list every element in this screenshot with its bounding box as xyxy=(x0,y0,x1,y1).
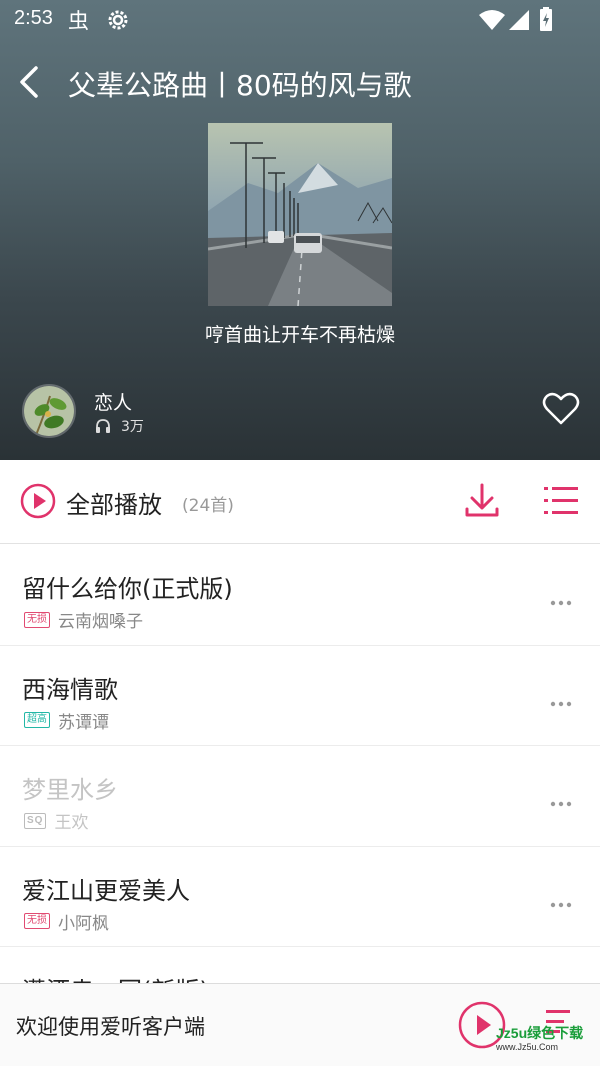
status-bar: 2:53 虫 xyxy=(0,0,600,40)
song-title: 西海情歌 xyxy=(22,675,118,704)
watermark-site: www.Jz5u.Com xyxy=(496,1042,559,1052)
song-list: 留什么给你(正式版) 无损 云南烟嗓子 西海情歌 超高 苏谭谭 梦里水乡 SQ … xyxy=(0,545,600,1048)
download-icon[interactable] xyxy=(464,482,500,524)
heart-icon[interactable] xyxy=(542,392,580,430)
quality-badge: SQ xyxy=(24,812,47,829)
back-arrow-icon[interactable] xyxy=(14,62,48,102)
wifi-icon xyxy=(478,9,506,35)
headphones-icon xyxy=(96,419,110,433)
song-artist: 王欢 xyxy=(54,813,89,833)
play-all-bar: 全部播放 (24首) xyxy=(0,460,600,544)
bug-icon: 虫 xyxy=(68,8,94,36)
status-time: 2:53 xyxy=(14,7,53,29)
mini-player-text: 欢迎使用爱听客户端 xyxy=(16,1015,205,1039)
quality-badge: 无损 xyxy=(24,611,50,628)
page-title: 父辈公路曲丨80码的风与歌 xyxy=(68,69,412,102)
listen-count: 3万 xyxy=(121,419,144,435)
song-count: (24首) xyxy=(182,496,234,516)
song-title: 梦里水乡 xyxy=(22,776,118,804)
more-options-icon[interactable] xyxy=(550,692,572,711)
quality-badge: 无损 xyxy=(24,913,50,929)
battery-icon xyxy=(538,6,554,36)
song-artist: 小阿枫 xyxy=(58,913,109,934)
mini-player[interactable]: 欢迎使用爱听客户端 Jz5u绿色下载 www.Jz5u.Com xyxy=(0,983,600,1066)
play-all-button[interactable]: 全部播放 xyxy=(66,485,162,520)
avatar[interactable] xyxy=(22,384,76,438)
play-circle-icon[interactable] xyxy=(20,483,56,523)
list-item[interactable]: 爱江山更爱美人 无损 小阿枫 xyxy=(0,847,600,947)
creator-name[interactable]: 恋人 xyxy=(94,388,132,415)
more-options-icon[interactable] xyxy=(550,893,572,912)
playlist-cover xyxy=(208,123,392,306)
playlist-header: 2:53 虫 父辈公路曲丨80码的风与歌 哼首曲让开车不再枯燥 恋人 3万 xyxy=(0,0,600,460)
song-artist: 苏谭谭 xyxy=(58,712,109,733)
quality-badge: 超高 xyxy=(24,712,50,728)
playlist-description: 哼首曲让开车不再枯燥 xyxy=(204,324,395,346)
list-item[interactable]: 西海情歌 超高 苏谭谭 xyxy=(0,646,600,746)
multi-select-list-icon[interactable] xyxy=(542,484,580,522)
top-bar: 父辈公路曲丨80码的风与歌 xyxy=(0,52,600,112)
song-artist: 云南烟嗓子 xyxy=(58,612,143,632)
gear-icon xyxy=(106,8,130,36)
svg-text:虫: 虫 xyxy=(68,9,89,32)
list-item[interactable]: 梦里水乡 SQ 王欢 xyxy=(0,746,600,847)
list-item[interactable]: 留什么给你(正式版) 无损 云南烟嗓子 xyxy=(0,545,600,646)
song-title: 留什么给你(正式版) xyxy=(22,575,233,603)
listen-count-row: 3万 xyxy=(95,416,144,436)
more-options-icon[interactable] xyxy=(550,792,572,811)
song-title: 爱江山更爱美人 xyxy=(22,876,190,905)
signal-icon xyxy=(508,9,530,35)
watermark-brand: Jz5u绿色下载 xyxy=(496,1025,584,1041)
watermark: Jz5u绿色下载 www.Jz5u.Com xyxy=(496,1026,596,1054)
more-options-icon[interactable] xyxy=(550,591,572,610)
